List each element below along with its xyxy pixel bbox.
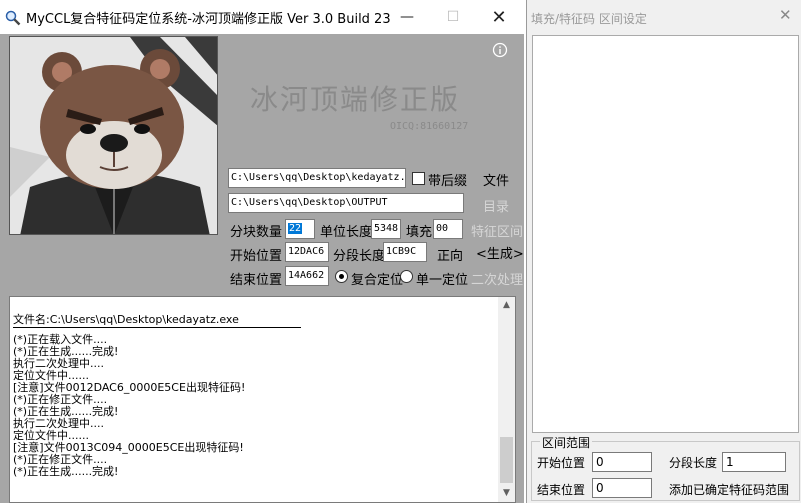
- log-scrollbar[interactable]: ▲ ▼: [498, 297, 515, 502]
- range-window-title: 填充/特征码 区间设定: [531, 12, 647, 26]
- range-segment-length-label: 分段长度: [669, 456, 718, 470]
- magnifier-app-icon: [5, 10, 21, 26]
- oicq-text: OICQ:81660127: [390, 121, 469, 132]
- secondary-process-button[interactable]: 二次处理: [471, 269, 523, 288]
- scroll-thumb[interactable]: [500, 437, 513, 483]
- window-title: MyCCL复合特征码定位系统-冰河顶端修正版 Ver 3.0 Build 23: [26, 12, 391, 27]
- maximize-button[interactable]: ☐: [430, 0, 476, 34]
- add-feature-range-button[interactable]: 添加已确定特征码范围: [669, 481, 789, 498]
- bear-avatar-image: [9, 36, 218, 235]
- scroll-up-arrow-icon[interactable]: ▲: [498, 297, 515, 314]
- title-bar[interactable]: MyCCL复合特征码定位系统-冰河顶端修正版 Ver 3.0 Build 23 …: [0, 0, 524, 34]
- minimize-button[interactable]: —: [384, 0, 430, 34]
- fill-label: 填充: [406, 225, 433, 240]
- main-window: MyCCL复合特征码定位系统-冰河顶端修正版 Ver 3.0 Build 23 …: [0, 0, 524, 503]
- composite-locate-radio[interactable]: [335, 270, 348, 283]
- single-locate-label: 单一定位: [416, 273, 469, 288]
- range-settings-window: 填充/特征码 区间设定 ✕ 区间范围 开始位置 0 分段长度 1 结束位置 0 …: [526, 0, 801, 503]
- feature-range-list[interactable]: [532, 35, 799, 433]
- log-divider: [13, 327, 301, 328]
- file-button[interactable]: 文件: [483, 170, 509, 189]
- composite-locate-label: 复合定位: [351, 273, 404, 288]
- brand-text: 冰河顶端修正版: [250, 83, 461, 116]
- with-suffix-checkbox[interactable]: [412, 172, 425, 185]
- single-locate-radio[interactable]: [400, 270, 413, 283]
- log-text-area: 文件名:C:\Users\qq\Desktop\kedayatz.exe (*)…: [13, 313, 501, 478]
- fill-input[interactable]: 00: [433, 219, 463, 239]
- file-path-input[interactable]: C:\Users\qq\Desktop\kedayatz.: [228, 168, 406, 188]
- range-start-input[interactable]: 0: [592, 452, 652, 472]
- range-group-title: 区间范围: [540, 434, 593, 451]
- end-position-label: 结束位置: [230, 273, 283, 288]
- block-count-label: 分块数量: [230, 225, 283, 240]
- block-count-value: 22: [288, 223, 303, 234]
- log-line: (*)正在生成......完成!: [13, 465, 119, 478]
- range-start-label: 开始位置: [537, 456, 586, 470]
- end-position-input[interactable]: 14A662: [285, 266, 329, 286]
- with-suffix-label: 带后缀: [428, 174, 468, 189]
- close-button[interactable]: ✕: [476, 0, 522, 34]
- output-path-input[interactable]: C:\Users\qq\Desktop\OUTPUT: [228, 193, 464, 213]
- log-filename-line: 文件名:C:\Users\qq\Desktop\kedayatz.exe: [13, 313, 239, 326]
- unit-length-input[interactable]: 5348: [371, 219, 401, 239]
- range-end-label: 结束位置: [537, 483, 586, 497]
- scroll-down-arrow-icon[interactable]: ▼: [498, 485, 515, 502]
- dir-button[interactable]: 目录: [483, 196, 509, 215]
- block-count-input[interactable]: 22: [285, 219, 315, 239]
- start-position-label: 开始位置: [230, 249, 283, 264]
- start-position-input[interactable]: 12DAC6: [285, 242, 329, 262]
- range-groupbox: 区间范围 开始位置 0 分段长度 1 结束位置 0 添加已确定特征码范围: [531, 434, 800, 501]
- direction-button[interactable]: 正向: [437, 245, 463, 264]
- range-segment-length-input[interactable]: 1: [722, 452, 786, 472]
- segment-length-input[interactable]: 1CB9C: [383, 242, 427, 262]
- log-output[interactable]: 文件名:C:\Users\qq\Desktop\kedayatz.exe (*)…: [9, 296, 516, 503]
- info-icon[interactable]: [492, 42, 508, 58]
- range-end-input[interactable]: 0: [592, 478, 652, 498]
- feature-range-button[interactable]: 特征区间: [471, 221, 523, 240]
- generate-button[interactable]: <生成>: [476, 243, 524, 262]
- range-window-close-button[interactable]: ✕: [779, 6, 792, 24]
- segment-length-label: 分段长度: [333, 249, 386, 264]
- unit-length-label: 单位长度: [320, 225, 373, 240]
